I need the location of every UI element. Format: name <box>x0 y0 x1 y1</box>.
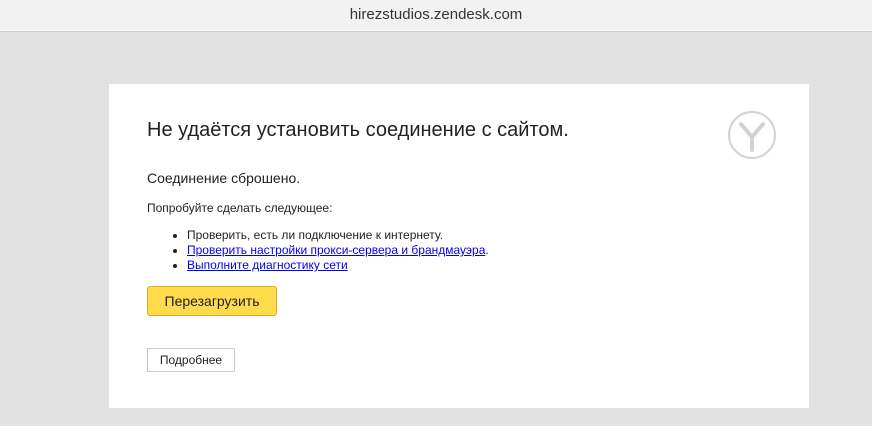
suggestion-check-connection: Проверить, есть ли подключение к интерне… <box>187 228 489 243</box>
suggestion-suffix: . <box>485 243 489 257</box>
address-bar-url[interactable]: hirezstudios.zendesk.com <box>0 6 872 23</box>
details-button[interactable]: Подробнее <box>147 348 235 372</box>
network-diagnostics-link[interactable]: Выполните диагностику сети <box>187 258 348 272</box>
error-card: Не удаётся установить соединение с сайто… <box>109 84 809 408</box>
reload-button[interactable]: Перезагрузить <box>147 286 277 316</box>
try-label: Попробуйте сделать следующее: <box>147 201 333 215</box>
proxy-settings-link[interactable]: Проверить настройки прокси-сервера и бра… <box>187 243 485 257</box>
suggestion-text: Проверить, есть ли подключение к интерне… <box>187 228 444 242</box>
suggestions-list: Проверить, есть ли подключение к интерне… <box>147 228 489 273</box>
suggestion-network-diagnostics: Выполните диагностику сети <box>187 258 489 273</box>
suggestion-check-proxy: Проверить настройки прокси-сервера и бра… <box>187 243 489 258</box>
address-bar[interactable]: hirezstudios.zendesk.com <box>0 0 872 32</box>
error-title: Не удаётся установить соединение с сайто… <box>147 119 569 141</box>
yandex-browser-logo-icon <box>728 111 776 159</box>
error-subtitle: Соединение сброшено. <box>147 170 301 186</box>
